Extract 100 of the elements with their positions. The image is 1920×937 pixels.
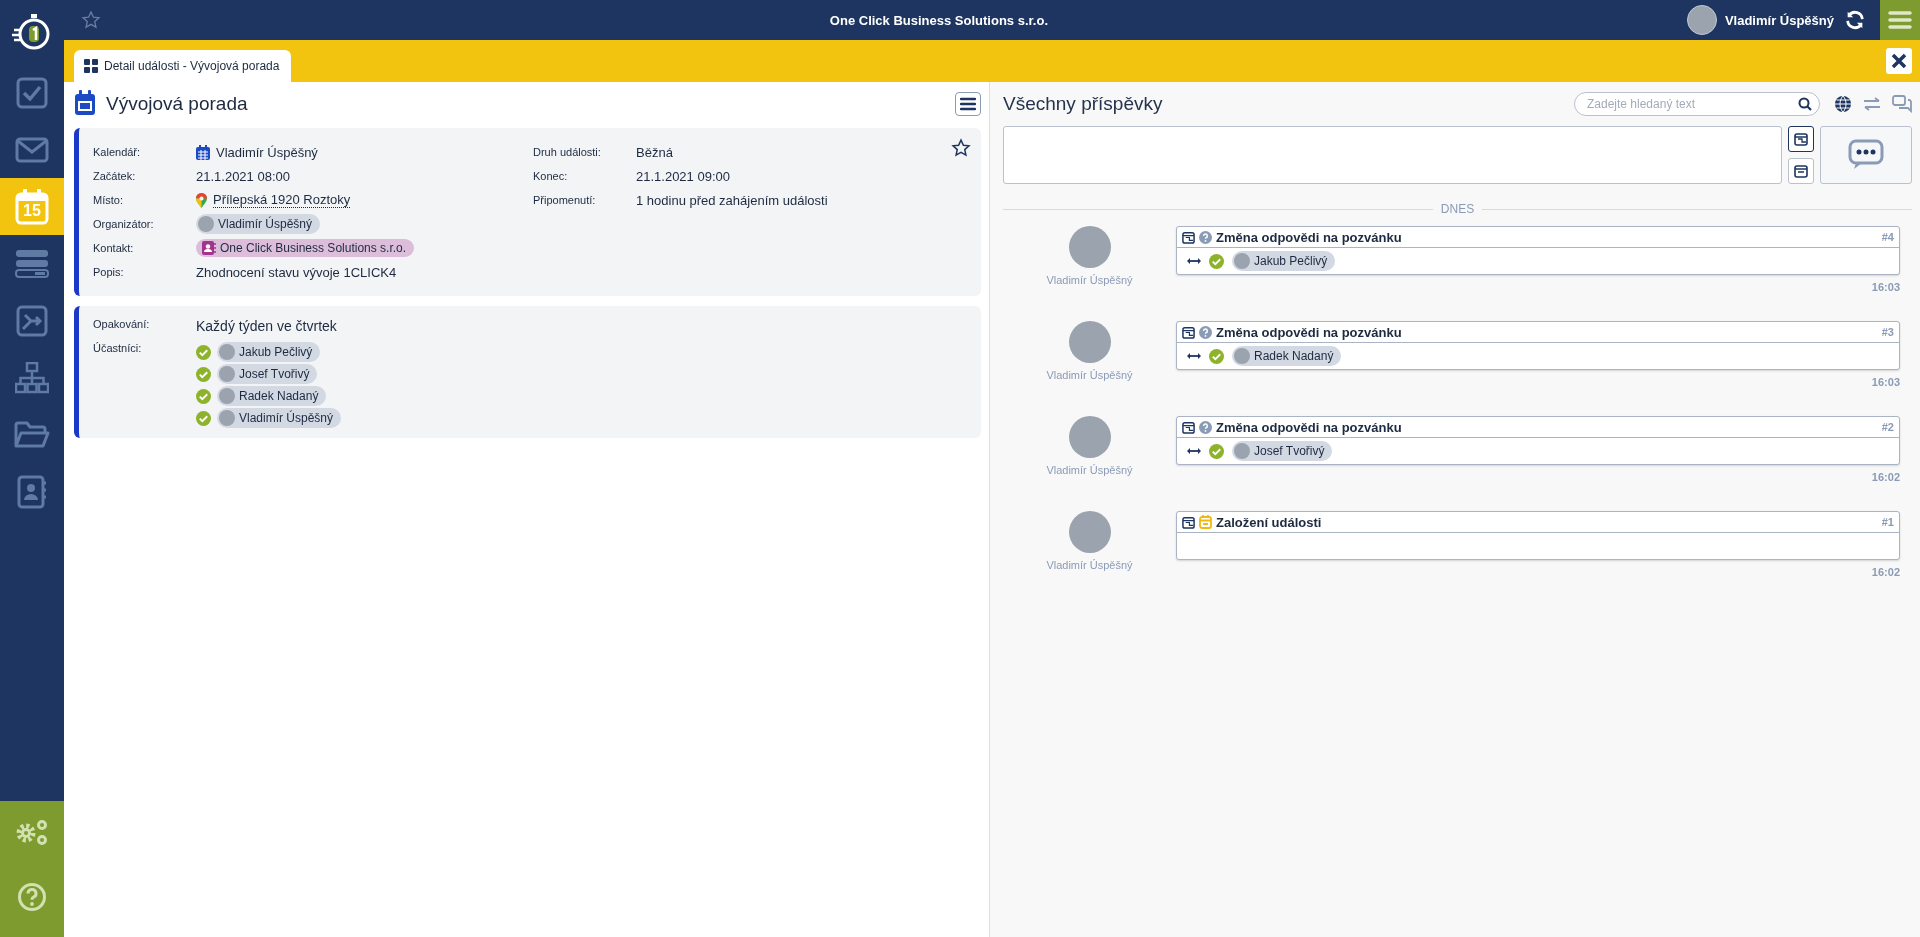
- field-label: Druh události:: [533, 146, 602, 158]
- question-icon: [1199, 420, 1212, 434]
- field-label: Kontakt:: [93, 242, 135, 254]
- company-name: One Click Business Solutions s.r.o.: [828, 12, 1050, 28]
- server-stack-icon[interactable]: [15, 248, 49, 279]
- double-arrow-icon: [1187, 352, 1201, 360]
- person-chip[interactable]: Vladimír Úspěšný: [217, 408, 342, 428]
- person-chip[interactable]: Jakub Pečlivý: [217, 342, 321, 362]
- calendar-icon: [1794, 164, 1808, 178]
- send-comment-button[interactable]: [1820, 126, 1912, 184]
- calendar-icon: [196, 144, 210, 160]
- calendar-icon: [1182, 230, 1195, 244]
- person-chip[interactable]: Radek Nadaný: [1232, 346, 1342, 366]
- post-number: #4: [1881, 231, 1894, 243]
- globe-icon[interactable]: [1834, 95, 1852, 113]
- chat-bubbles-icon[interactable]: [1892, 95, 1912, 113]
- swap-arrows-icon[interactable]: [1862, 96, 1882, 112]
- field-label: Opakování:: [93, 318, 151, 330]
- field-label: Konec:: [533, 170, 569, 182]
- post-title: Změna odpovědi na pozvánku: [1216, 324, 1403, 340]
- star-icon[interactable]: [81, 10, 101, 30]
- person-chip[interactable]: Vladimír Úspěšný: [196, 213, 321, 234]
- post-number: #3: [1881, 326, 1894, 338]
- person-chip[interactable]: Jakub Pečlivý: [1232, 251, 1336, 271]
- avatar: [1068, 416, 1111, 458]
- menu-button[interactable]: [955, 92, 981, 116]
- author-name: Vladimír Úspěšný: [1046, 369, 1133, 381]
- avatar: [1234, 253, 1250, 269]
- tab[interactable]: Detail události - Vývojová porada: [74, 50, 292, 82]
- avatar: [1234, 443, 1250, 459]
- grid-icon: [84, 59, 98, 73]
- envelope-icon[interactable]: [15, 136, 49, 163]
- search-field[interactable]: Zadejte hledaný text: [1574, 92, 1820, 116]
- double-arrow-icon: [1187, 257, 1201, 265]
- refresh-icon[interactable]: [1844, 9, 1866, 31]
- message-field[interactable]: [1003, 126, 1782, 184]
- post-title: Změna odpovědi na pozvánku: [1216, 229, 1403, 245]
- contact-book-icon[interactable]: [16, 474, 48, 509]
- checkbox-icon[interactable]: [16, 76, 48, 109]
- calendar-owner: Vladimír Úspěšný: [216, 144, 318, 160]
- avatar: [1234, 348, 1250, 364]
- calendar-icon: [1182, 420, 1195, 434]
- post-time: 16:03: [1871, 281, 1900, 293]
- field-label: Popis:: [93, 266, 125, 278]
- calendar-icon: [1794, 132, 1808, 146]
- calendar-icon: [1182, 515, 1195, 529]
- field-label: Účastníci:: [93, 342, 143, 354]
- contact-chip[interactable]: One Click Business Solutions s.r.o.: [196, 238, 415, 257]
- map-pin-icon: [196, 192, 207, 208]
- contact-icon: [202, 240, 216, 255]
- feed-title: Všechny příspěvky: [1003, 93, 1164, 115]
- avatar: [219, 388, 235, 404]
- field-label: Organizátor:: [93, 218, 155, 230]
- folder-icon[interactable]: [14, 420, 50, 449]
- calendar-button[interactable]: [1788, 126, 1814, 152]
- address-link[interactable]: Přílepská 1920 Roztoky: [213, 192, 351, 208]
- user-avatar[interactable]: [1686, 5, 1717, 35]
- help-icon[interactable]: [17, 882, 47, 912]
- speech-bubble-icon: [1848, 139, 1884, 171]
- author-name: Vladimír Úspěšný: [1046, 274, 1133, 286]
- recurrence-value: Každý týden ve čtvrtek: [196, 318, 338, 334]
- post-title: Změna odpovědi na pozvánku: [1216, 419, 1403, 435]
- field-value: 21.1.2021 08:00: [196, 168, 290, 184]
- calendar-button[interactable]: [1788, 158, 1814, 184]
- post-time: 16:03: [1871, 376, 1900, 388]
- field-value: 21.1.2021 09:00: [636, 168, 730, 184]
- flow-arrows-icon[interactable]: [16, 304, 48, 337]
- double-arrow-icon: [1187, 447, 1201, 455]
- org-chart-icon[interactable]: [15, 361, 49, 394]
- gears-icon[interactable]: [15, 819, 49, 847]
- star-icon[interactable]: [951, 138, 971, 158]
- post-time: 16:02: [1871, 471, 1900, 483]
- post-number: #2: [1881, 421, 1894, 433]
- calendar-day-number: 15: [22, 200, 42, 221]
- avatar: [1068, 511, 1111, 553]
- person-chip[interactable]: Josef Tvořivý: [1232, 441, 1333, 461]
- event-title: Vývojová porada: [106, 93, 249, 115]
- calendar-icon: [1182, 325, 1195, 339]
- author-name: Vladimír Úspěšný: [1046, 559, 1133, 571]
- person-chip[interactable]: Radek Nadaný: [217, 386, 327, 406]
- field-label: Kalendář:: [93, 146, 142, 158]
- question-icon: [1199, 325, 1212, 339]
- post-number: #1: [1881, 516, 1894, 528]
- calendar-icon: [1199, 515, 1212, 529]
- post-title: Založení události: [1216, 514, 1323, 530]
- question-icon: [1199, 230, 1212, 244]
- menu-icon: [960, 97, 976, 111]
- menu-icon: [1888, 10, 1912, 30]
- field-value: Zhodnocení stavu vývoje 1CLICK4: [196, 264, 397, 280]
- field-value: Běžná: [636, 144, 673, 160]
- user-name[interactable]: Vladimír Úspěšný: [1724, 12, 1834, 28]
- close-button[interactable]: [1886, 48, 1912, 74]
- avatar: [198, 215, 214, 232]
- avatar: [219, 410, 235, 426]
- author-name: Vladimír Úspěšný: [1046, 464, 1133, 476]
- avatar: [1068, 226, 1111, 268]
- field-label: Připomenutí:: [533, 194, 597, 206]
- date-divider: DNES: [1440, 202, 1475, 216]
- search-icon[interactable]: [1798, 97, 1812, 111]
- person-chip[interactable]: Josef Tvořivý: [217, 364, 318, 384]
